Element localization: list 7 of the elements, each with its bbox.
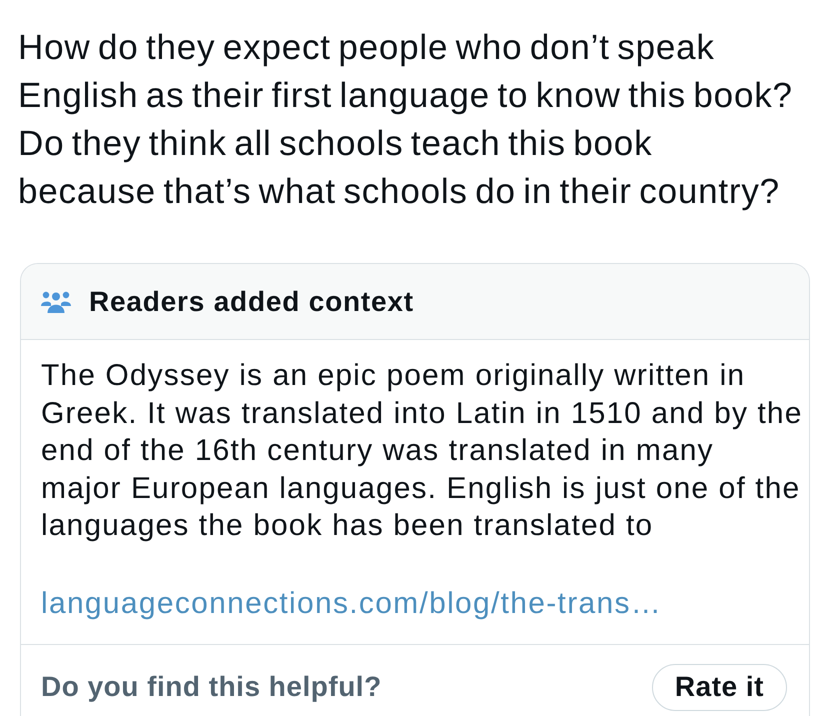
- helpful-prompt: Do you find this helpful?: [41, 671, 382, 703]
- source-link[interactable]: languageconnections.com/blog/the-trans…: [41, 584, 662, 622]
- post-text: How do they expect people who don’t speak English as their first language to know this book? Do they think all schools teach this book because that’s what schools do in their country?: [18, 27, 794, 213]
- note-text: The Odyssey is an epic poem originally written in Greek. It was translated into Latin in 1510 and by the end of the 16th century was translated in many major European languages. English is just one of the languages the book has been translated to: [41, 358, 803, 544]
- people-icon: [41, 290, 71, 312]
- note-title: Readers added context: [89, 286, 414, 318]
- rate-it-button[interactable]: Rate it: [652, 664, 787, 710]
